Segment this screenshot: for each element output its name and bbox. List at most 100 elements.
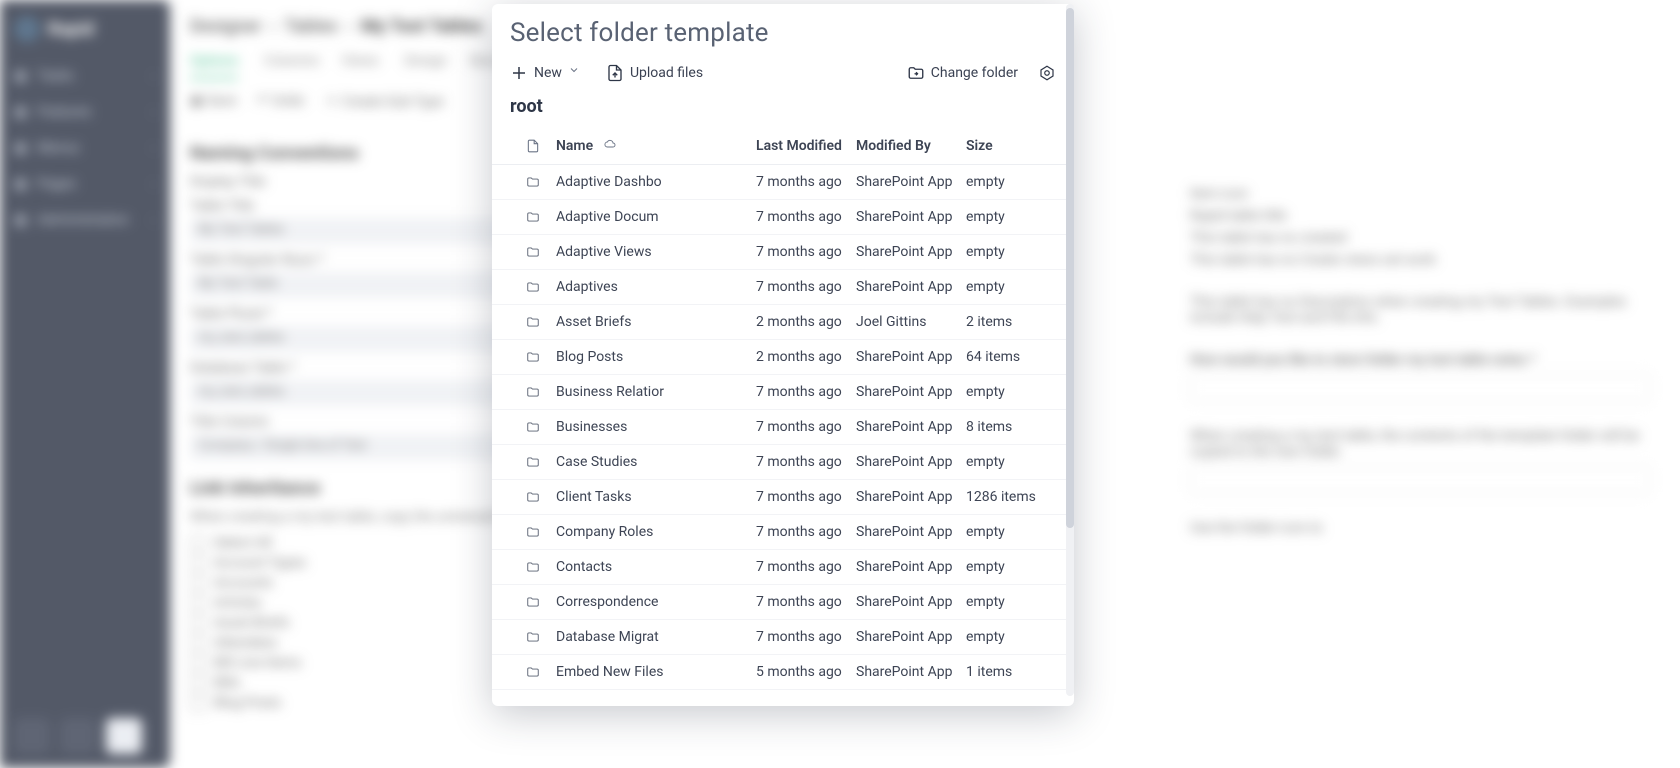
table-row[interactable]: Client Tasks 7 months agoSharePoint App12… — [492, 480, 1074, 515]
gear-cube-icon — [1038, 64, 1056, 82]
row-size: empty — [966, 559, 1056, 575]
folder-move-icon — [907, 64, 925, 82]
col-by[interactable]: Modified By — [856, 138, 966, 154]
row-by: SharePoint App — [856, 629, 966, 645]
row-size: 64 items — [966, 349, 1056, 365]
table-row[interactable]: Businesses7 months agoSharePoint App8 it… — [492, 410, 1074, 445]
row-size: 2 items — [966, 314, 1056, 330]
change-folder-button[interactable]: Change folder — [907, 64, 1018, 82]
row-modified: 7 months ago — [756, 454, 856, 470]
row-size: empty — [966, 174, 1056, 190]
row-size: empty — [966, 594, 1056, 610]
folder-icon — [510, 525, 556, 539]
row-by: SharePoint App — [856, 174, 966, 190]
table-row[interactable]: Business Relatior7 months agoSharePoint … — [492, 375, 1074, 410]
row-by: SharePoint App — [856, 454, 966, 470]
header-file-icon — [510, 138, 556, 154]
table-row[interactable]: Contacts 7 months agoSharePoint Appempty — [492, 550, 1074, 585]
row-modified: 7 months ago — [756, 559, 856, 575]
row-name: Company Roles — [556, 524, 736, 540]
row-by: SharePoint App — [856, 594, 966, 610]
row-size: empty — [966, 279, 1056, 295]
table-row[interactable]: Company Roles7 months agoSharePoint Appe… — [492, 515, 1074, 550]
table-row[interactable]: Database Migrat 7 months agoSharePoint Ap… — [492, 620, 1074, 655]
row-modified: 7 months ago — [756, 419, 856, 435]
folder-icon — [510, 350, 556, 364]
row-modified: 7 months ago — [756, 629, 856, 645]
dialog-title: Select folder template — [492, 4, 1074, 54]
row-size: 1 items — [966, 664, 1056, 680]
row-name: Businesses — [556, 419, 736, 435]
table-body: Adaptive Dashbo7 months agoSharePoint Ap… — [492, 165, 1074, 690]
dialog-toolbar: New Upload files Change folder — [492, 54, 1074, 96]
dialog-scrollbar[interactable] — [1066, 4, 1074, 696]
row-modified: 7 months ago — [756, 524, 856, 540]
row-by: SharePoint App — [856, 349, 966, 365]
row-size: empty — [966, 209, 1056, 225]
col-size[interactable]: Size — [966, 138, 1056, 154]
row-size: empty — [966, 244, 1056, 260]
upload-file-icon — [606, 64, 624, 82]
row-modified: 7 months ago — [756, 209, 856, 225]
row-name: Asset Briefs — [556, 314, 736, 330]
table-row[interactable]: Adaptive Views7 months agoSharePoint App… — [492, 235, 1074, 270]
folder-icon — [510, 595, 556, 609]
row-by: SharePoint App — [856, 489, 966, 505]
change-folder-label: Change folder — [931, 65, 1018, 81]
row-modified: 7 months ago — [756, 489, 856, 505]
row-name: Contacts — [556, 559, 736, 575]
table-row[interactable]: Blog Posts 2 months agoSharePoint App64 i… — [492, 340, 1074, 375]
plus-icon — [510, 64, 528, 82]
row-modified: 2 months ago — [756, 349, 856, 365]
row-size: empty — [966, 384, 1056, 400]
row-modified: 7 months ago — [756, 174, 856, 190]
row-by: SharePoint App — [856, 664, 966, 680]
table-row[interactable]: Case Studies 7 months agoSharePoint Appem… — [492, 445, 1074, 480]
col-name[interactable]: Name — [556, 138, 593, 154]
current-path: root — [492, 96, 1074, 127]
row-size: 1286 items — [966, 489, 1056, 505]
folder-icon — [510, 490, 556, 504]
new-button[interactable]: New — [510, 64, 586, 82]
row-name: Adaptive Dashbo — [556, 174, 736, 190]
row-by: SharePoint App — [856, 209, 966, 225]
row-modified: 5 months ago — [756, 664, 856, 680]
table-row[interactable]: Embed New Files 5 months agoSharePoint Ap… — [492, 655, 1074, 690]
scrollbar-thumb[interactable] — [1066, 8, 1074, 528]
table-row[interactable]: Correspondence7 months agoSharePoint App… — [492, 585, 1074, 620]
row-name: Client Tasks — [556, 489, 736, 505]
row-modified: 7 months ago — [756, 244, 856, 260]
row-name: Adaptive Views — [556, 244, 736, 260]
folder-icon — [510, 315, 556, 329]
table-row[interactable]: Asset Briefs2 months agoJoel Gittins2 it… — [492, 305, 1074, 340]
row-by: SharePoint App — [856, 419, 966, 435]
row-size: empty — [966, 524, 1056, 540]
upload-files-button[interactable]: Upload files — [606, 64, 703, 82]
col-modified[interactable]: Last Modified — [756, 138, 856, 154]
folder-icon — [510, 455, 556, 469]
table-row[interactable]: Adaptive Dashbo 7 months agoSharePoint Ap… — [492, 165, 1074, 200]
row-name: Case Studies — [556, 454, 736, 470]
chevron-down-icon — [568, 64, 586, 82]
row-name: Adaptive Docum — [556, 209, 736, 225]
upload-label: Upload files — [630, 65, 703, 81]
new-label: New — [534, 65, 562, 81]
row-size: empty — [966, 629, 1056, 645]
row-size: empty — [966, 454, 1056, 470]
folder-icon — [510, 245, 556, 259]
row-by: SharePoint App — [856, 559, 966, 575]
folder-icon — [510, 420, 556, 434]
row-name: Correspondence — [556, 594, 736, 610]
table-header: Name Last Modified Modified By Size — [492, 127, 1074, 165]
folder-icon — [510, 280, 556, 294]
table-row[interactable]: Adaptive Docum 7 months agoSharePoint App… — [492, 200, 1074, 235]
folder-icon — [510, 175, 556, 189]
folder-icon — [510, 630, 556, 644]
folder-icon — [510, 665, 556, 679]
table-row[interactable]: Adaptives7 months agoSharePoint Appempty — [492, 270, 1074, 305]
row-name: Embed New Files — [556, 664, 736, 680]
row-name: Database Migrat — [556, 629, 736, 645]
row-by: SharePoint App — [856, 384, 966, 400]
row-name: Blog Posts — [556, 349, 736, 365]
settings-button[interactable] — [1038, 64, 1056, 82]
